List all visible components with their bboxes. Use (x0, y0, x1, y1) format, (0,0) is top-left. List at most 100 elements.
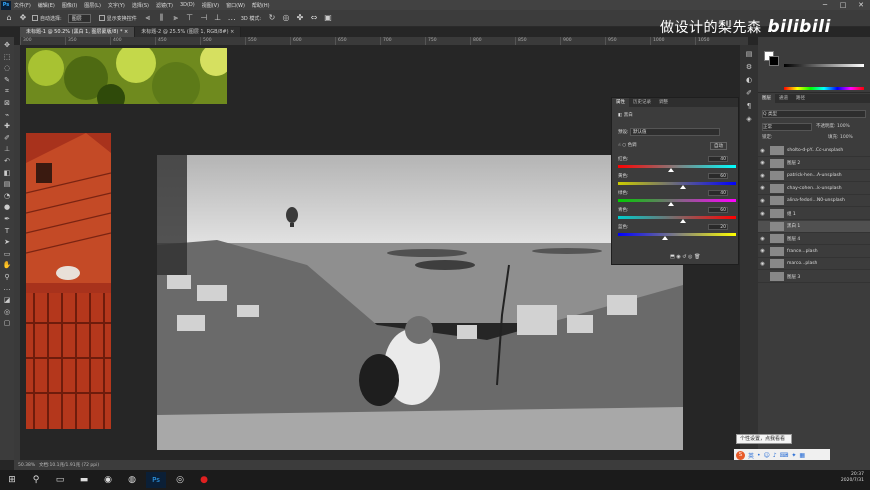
screen-mode-icon[interactable]: ▢ (2, 318, 12, 328)
crop-tool-icon[interactable]: ⌗ (2, 86, 12, 96)
eraser-tool-icon[interactable]: ◧ (2, 168, 12, 178)
3d-roll-icon[interactable]: ◎ (281, 13, 291, 23)
tab-close-icon[interactable]: × (124, 29, 128, 35)
frame-tool-icon[interactable]: ⊠ (2, 98, 12, 108)
align-bottom-icon[interactable]: ⊥ (213, 13, 223, 23)
slider-track[interactable] (618, 182, 736, 185)
slider-value[interactable]: 20 (708, 224, 728, 230)
home-icon[interactable]: ⌂ (4, 13, 14, 23)
ime-tools-icon[interactable]: ▦ (799, 452, 805, 459)
ime-punct-icon[interactable]: • (757, 452, 761, 459)
delete-icon[interactable]: 🗑 (694, 254, 700, 260)
target-adjust-icon[interactable]: ☝ (618, 143, 621, 148)
path-select-icon[interactable]: ➤ (2, 237, 12, 247)
ime-emoji-icon[interactable]: ☺ (764, 452, 770, 459)
3d-rotate-icon[interactable]: ↻ (267, 13, 277, 23)
wechat-icon[interactable]: ◍ (122, 472, 142, 488)
opacity-value[interactable]: 100% (837, 124, 850, 129)
search-icon[interactable]: ⚲ (26, 472, 46, 488)
layer-row[interactable]: 图层 3 (758, 271, 870, 283)
fill-value[interactable]: 100% (840, 135, 853, 140)
auto-button[interactable]: 自动 (710, 142, 727, 150)
background-color[interactable] (769, 56, 779, 66)
visibility-eye-icon[interactable]: ◉ (758, 185, 767, 191)
sogou-logo-icon[interactable]: S (736, 450, 745, 460)
slider-value[interactable]: 60 (708, 173, 728, 179)
visibility-eye-icon[interactable]: ◉ (758, 173, 767, 179)
slider-value[interactable]: 60 (708, 207, 728, 213)
slider-knob[interactable] (668, 168, 675, 172)
menu-layer[interactable]: 图层(L) (84, 2, 101, 9)
tab-history[interactable]: 历史记录 (629, 98, 655, 107)
minimize-button[interactable]: ─ (816, 0, 834, 10)
menu-3d[interactable]: 3D(D) (180, 2, 195, 8)
slider-track[interactable] (618, 233, 736, 236)
menu-select[interactable]: 选择(S) (132, 2, 149, 9)
properties-panel-icon[interactable]: ⚙ (744, 62, 754, 72)
slider-knob[interactable] (679, 219, 686, 223)
layer-row[interactable]: ◉ chay-cohen...k-unsplash (758, 183, 870, 195)
pen-tool-icon[interactable]: ✒ (2, 214, 12, 224)
brush-panel-icon[interactable]: ✐ (744, 88, 754, 98)
maximize-button[interactable]: □ (834, 0, 852, 10)
eyedropper-icon[interactable]: ⌁ (2, 110, 12, 120)
visibility-eye-icon[interactable]: ◉ (758, 236, 767, 242)
tab-close-icon[interactable]: × (230, 29, 234, 35)
reset-icon[interactable]: ↺ (682, 254, 686, 260)
preset-dropdown[interactable]: 默认值 (629, 128, 720, 136)
slider-value[interactable]: 40 (708, 156, 728, 162)
3d-scale-icon[interactable]: ▣ (323, 13, 333, 23)
history-panel-icon[interactable]: ▤ (744, 49, 754, 59)
shape-tool-icon[interactable]: ▭ (2, 249, 12, 259)
gradient-tool-icon[interactable]: ▤ (2, 179, 12, 189)
brush-tool-icon[interactable]: ✐ (2, 133, 12, 143)
align-top-icon[interactable]: ⊤ (185, 13, 195, 23)
stamp-tool-icon[interactable]: ⊥ (2, 144, 12, 154)
slider-knob[interactable] (662, 236, 669, 240)
zoom-level[interactable]: 50.38% (18, 463, 35, 468)
menu-edit[interactable]: 编辑(E) (38, 2, 55, 9)
visibility-eye-icon[interactable]: ◉ (758, 198, 767, 204)
tab-properties[interactable]: 属性 (612, 98, 629, 107)
layer-kind-filter[interactable]: Q 类型 (762, 110, 866, 118)
3d-slide-icon[interactable]: ⇔ (309, 13, 319, 23)
lasso-tool-icon[interactable]: ◌ (2, 63, 12, 73)
layer-row[interactable]: ◉ france...plash (758, 246, 870, 258)
move-tool-icon[interactable]: ✥ (18, 13, 28, 23)
tab-paths[interactable]: 路径 (792, 94, 809, 103)
layer-row[interactable]: 黑白 1 (758, 220, 870, 233)
slider-knob[interactable] (668, 202, 675, 206)
menu-help[interactable]: 帮助(H) (252, 2, 270, 9)
color-swatch-icon[interactable]: ◪ (2, 295, 12, 305)
menu-window[interactable]: 窗口(W) (226, 2, 245, 9)
quick-mask-icon[interactable]: ◎ (2, 307, 12, 317)
record-icon[interactable]: ◎ (170, 472, 190, 488)
hue-spectrum[interactable] (784, 87, 864, 90)
slider-track[interactable] (618, 216, 736, 219)
visibility-eye-icon[interactable]: ◉ (758, 248, 767, 254)
ime-keyboard-icon[interactable]: ⌨ (780, 452, 789, 459)
align-right-icon[interactable]: ⫸ (171, 13, 181, 23)
visibility-eye-icon[interactable]: ◉ (758, 261, 767, 267)
marquee-tool-icon[interactable]: ⬚ (2, 52, 12, 62)
auto-select-checkbox[interactable] (32, 15, 38, 21)
menu-image[interactable]: 图像(I) (62, 2, 77, 9)
blend-mode-dropdown[interactable]: 正常 (762, 123, 812, 131)
slider-value[interactable]: 40 (708, 190, 728, 196)
history-brush-icon[interactable]: ↶ (2, 156, 12, 166)
show-transform-checkbox[interactable] (98, 15, 105, 21)
tab-document-2[interactable]: 未标题-2 @ 25.5% (图层 1, RGB/8#) × (135, 27, 242, 37)
type-tool-icon[interactable]: T (2, 226, 12, 236)
layer-row[interactable]: ◉ 图层 2 (758, 158, 870, 170)
layer-row[interactable]: ◉ 图层 4 (758, 233, 870, 246)
visibility-eye-icon[interactable]: ◉ (758, 160, 767, 166)
task-view-icon[interactable]: ▭ (50, 472, 70, 488)
visibility-eye-icon[interactable]: ◉ (758, 211, 767, 217)
menu-view[interactable]: 视图(V) (202, 2, 219, 9)
zoom-tool-icon[interactable]: ⚲ (2, 272, 12, 282)
clip-layer-icon[interactable]: ⬒ (670, 254, 675, 260)
netease-music-icon[interactable]: ● (194, 472, 214, 488)
3d-pan-icon[interactable]: ✤ (295, 13, 305, 23)
layer-row[interactable]: ◉ patrick-hen...A-unsplash (758, 170, 870, 183)
windows-start-icon[interactable]: ⊞ (2, 472, 22, 488)
